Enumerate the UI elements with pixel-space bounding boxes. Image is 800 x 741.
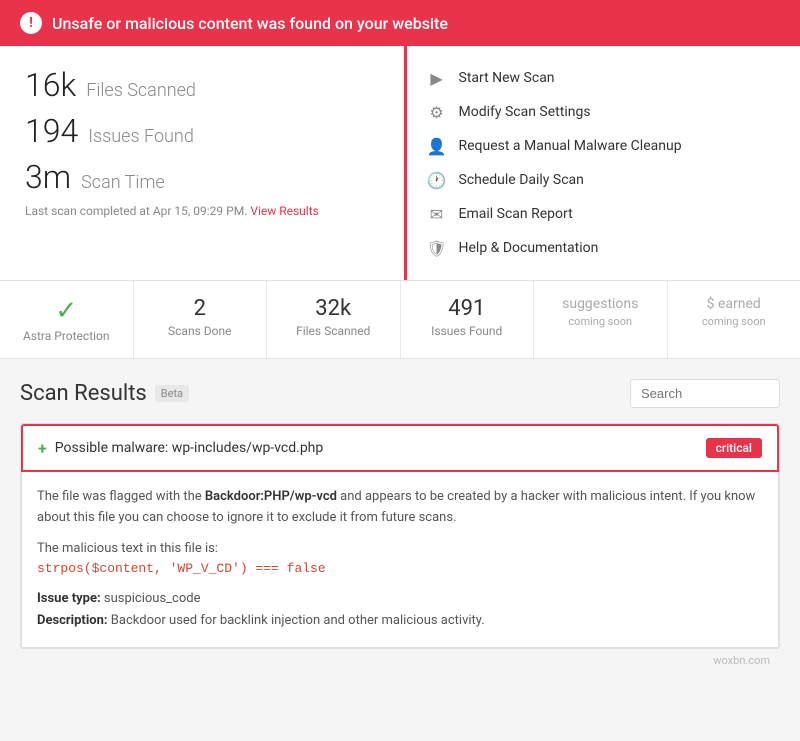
issues-found-row: 194 Issues Found <box>25 112 379 150</box>
action-start-scan[interactable]: ▶ Start New Scan <box>427 61 781 95</box>
expand-icon: + <box>38 439 47 458</box>
action-modify-settings-label: Modify Scan Settings <box>459 104 591 120</box>
clock-icon: 🕐 <box>427 170 447 190</box>
stats-left: 16k Files Scanned 194 Issues Found 3m Sc… <box>0 46 407 280</box>
beta-badge: Beta <box>155 385 189 402</box>
last-scan-text: Last scan completed at Apr 15, 09:29 PM.… <box>25 204 379 218</box>
alert-message: Unsafe or malicious content was found on… <box>52 14 448 33</box>
action-help[interactable]: 🛡 Help & Documentation <box>427 231 781 265</box>
action-manual-cleanup-label: Request a Manual Malware Cleanup <box>459 138 682 154</box>
email-icon: ✉ <box>427 204 447 224</box>
action-schedule-scan[interactable]: 🕐 Schedule Daily Scan <box>427 163 781 197</box>
watermark: woxbn.com <box>20 649 780 672</box>
stats-bar-suggestions: suggestions coming soon <box>534 281 668 358</box>
astra-protection-label: Astra Protection <box>10 329 123 343</box>
description-meta-value: Backdoor used for backlink injection and… <box>111 613 485 628</box>
action-manual-cleanup[interactable]: 👤 Request a Manual Malware Cleanup <box>427 129 781 163</box>
scan-time-label: Scan Time <box>81 172 165 193</box>
action-help-label: Help & Documentation <box>459 240 599 256</box>
stats-bar-earned: $ earned coming soon <box>668 281 800 358</box>
help-icon: 🛡 <box>427 238 447 258</box>
malware-item: + Possible malware: wp-includes/wp-vcd.p… <box>20 423 780 649</box>
view-results-link[interactable]: View Results <box>250 204 319 218</box>
scan-time-value: 3m <box>25 158 71 196</box>
issue-type-label: Issue type: <box>37 591 101 606</box>
suggestions-value: suggestions <box>544 296 657 312</box>
malware-filename: Possible malware: wp-includes/wp-vcd.php <box>55 440 324 456</box>
files-scanned-label: Files Scanned <box>86 80 196 101</box>
stats-bar-astra-protection: ✓ Astra Protection <box>0 281 134 358</box>
files-scanned-bar-value: 32k <box>277 296 390 321</box>
play-icon: ▶ <box>427 68 447 88</box>
issues-found-bar-label: Issues Found <box>411 324 524 338</box>
scan-results-header: Scan Results Beta <box>20 379 780 408</box>
issue-type-value: suspicious_code <box>104 591 201 606</box>
severity-badge: critical <box>706 438 762 458</box>
issues-found-bar-value: 491 <box>411 296 524 321</box>
suggestions-label: coming soon <box>544 315 657 328</box>
malicious-code-label: The malicious text in this file is: <box>37 541 763 556</box>
files-scanned-bar-label: Files Scanned <box>277 324 390 338</box>
earned-label: coming soon <box>678 315 791 328</box>
gear-icon: ⚙ <box>427 102 447 122</box>
files-scanned-value: 16k <box>25 66 76 104</box>
description-label: Description: <box>37 613 108 628</box>
scan-results-title-text: Scan Results <box>20 381 147 406</box>
description-bold: Backdoor:PHP/wp-vcd <box>205 489 337 504</box>
search-input[interactable] <box>630 379 780 408</box>
action-start-scan-label: Start New Scan <box>459 70 555 86</box>
malware-description: The file was flagged with the Backdoor:P… <box>37 487 763 529</box>
malware-header[interactable]: + Possible malware: wp-includes/wp-vcd.p… <box>21 424 779 472</box>
scan-time-row: 3m Scan Time <box>25 158 379 196</box>
scan-results-section: Scan Results Beta + Possible malware: wp… <box>0 359 800 682</box>
malicious-code: strpos($content, 'WP_V_CD') === false <box>37 561 763 576</box>
earned-value: $ earned <box>678 296 791 312</box>
malware-title: + Possible malware: wp-includes/wp-vcd.p… <box>38 439 323 458</box>
malware-body: The file was flagged with the Backdoor:P… <box>21 472 779 648</box>
issue-meta: Issue type: suspicious_code Description:… <box>37 588 763 632</box>
alert-banner: ! Unsafe or malicious content was found … <box>0 0 800 46</box>
stats-bar-issues-found: 491 Issues Found <box>401 281 535 358</box>
issues-found-label: Issues Found <box>88 126 194 147</box>
stats-right: ▶ Start New Scan ⚙ Modify Scan Settings … <box>407 46 800 280</box>
alert-icon: ! <box>20 12 42 34</box>
person-icon: 👤 <box>427 136 447 156</box>
files-scanned-row: 16k Files Scanned <box>25 66 379 104</box>
action-schedule-scan-label: Schedule Daily Scan <box>459 172 584 188</box>
action-email-report-label: Email Scan Report <box>459 206 573 222</box>
astra-protection-value: ✓ <box>10 296 123 326</box>
stats-card: 16k Files Scanned 194 Issues Found 3m Sc… <box>0 46 800 281</box>
scans-done-value: 2 <box>144 296 257 321</box>
scans-done-label: Scans Done <box>144 324 257 338</box>
issues-found-value: 194 <box>25 112 78 150</box>
stats-bar-files-scanned: 32k Files Scanned <box>267 281 401 358</box>
stats-bar-scans-done: 2 Scans Done <box>134 281 268 358</box>
action-modify-settings[interactable]: ⚙ Modify Scan Settings <box>427 95 781 129</box>
stats-bar: ✓ Astra Protection 2 Scans Done 32k File… <box>0 281 800 359</box>
action-email-report[interactable]: ✉ Email Scan Report <box>427 197 781 231</box>
description-part1: The file was flagged with the <box>37 489 205 504</box>
scan-results-title: Scan Results Beta <box>20 381 189 406</box>
